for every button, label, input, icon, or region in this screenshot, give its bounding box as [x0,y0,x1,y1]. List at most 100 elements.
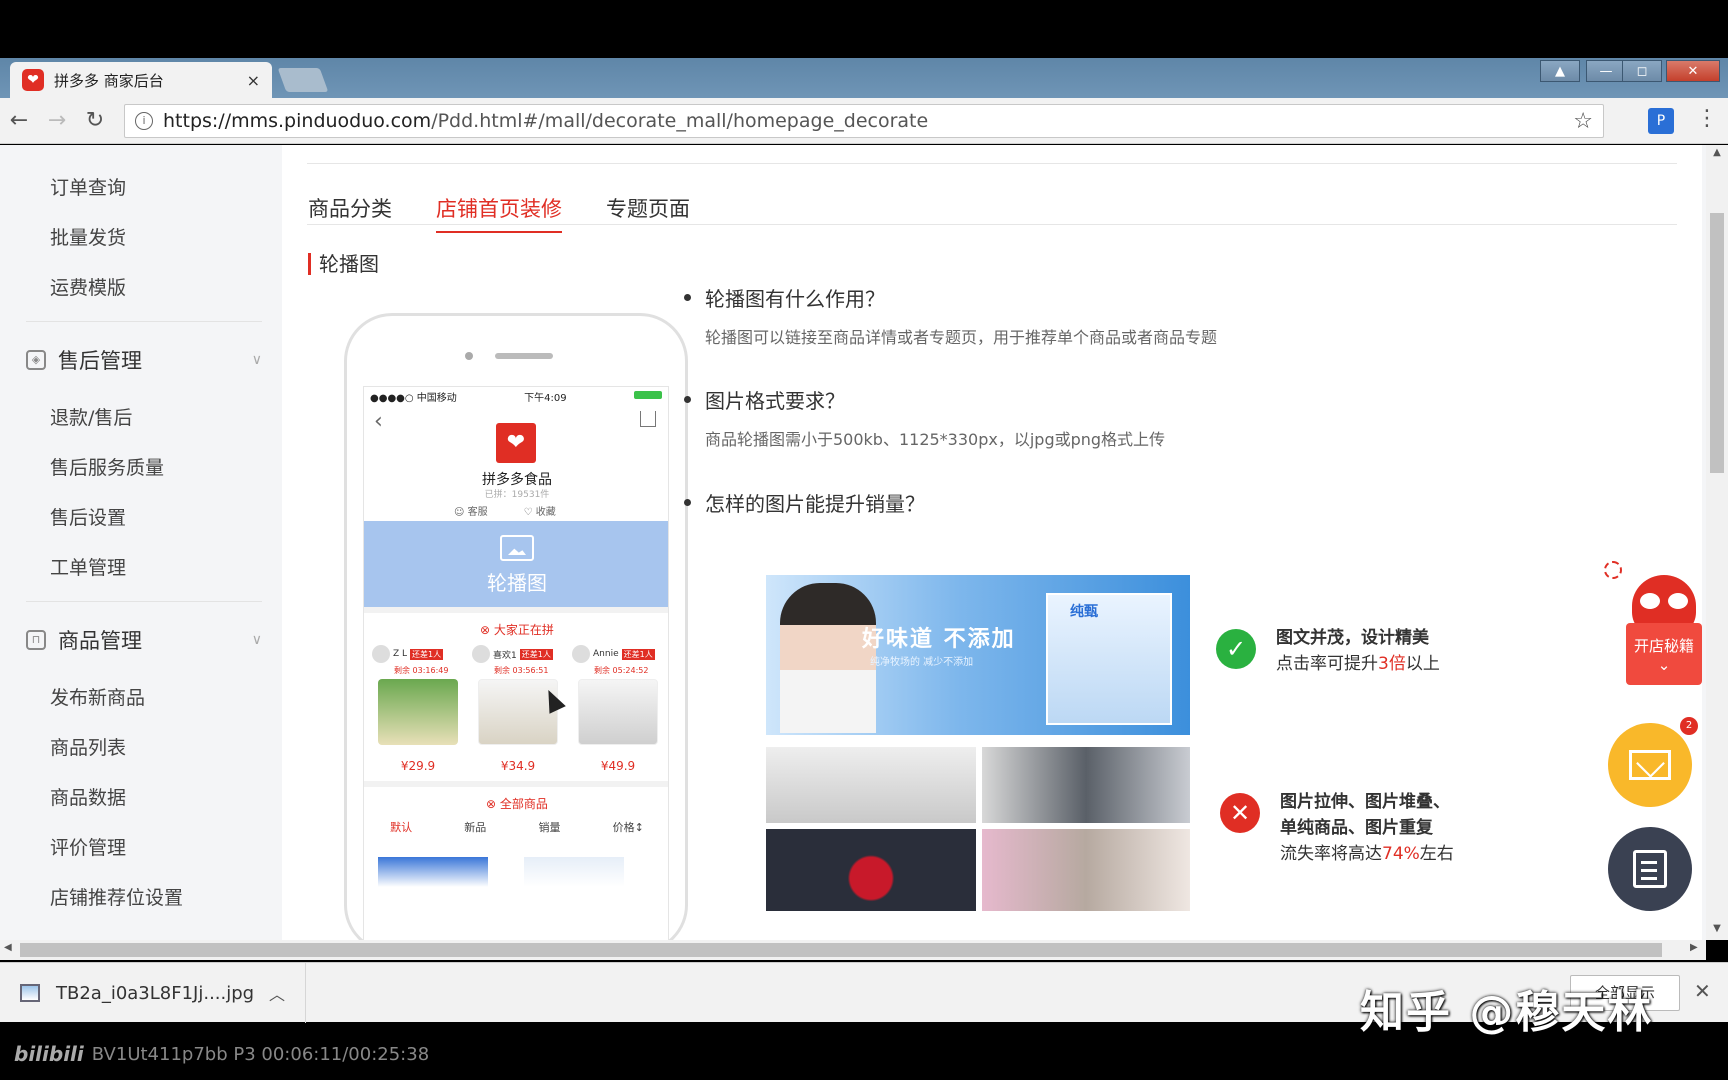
qa-question: 图片格式要求？ [684,385,1165,414]
sidebar-group-label: 售后管理 [58,349,142,373]
groupon-timer: 剩余 03:56:51 [494,666,549,675]
sort-price: 价格↕ [612,821,644,834]
sidebar-item-ticket-management[interactable]: 工单管理 [50,553,126,580]
groupon-user-name: Annie [593,649,619,659]
window-maximize-button[interactable]: ◻ [1622,60,1662,82]
section-title: 轮播图 [308,253,379,275]
message-button[interactable] [1608,723,1692,807]
collage-photo [766,829,976,911]
groupon-header-label: 大家正在拼 [493,623,554,637]
edit-document-icon [1633,850,1667,888]
groupon-user-name: Z L [393,649,408,659]
tab-topic-page[interactable]: 专题页面 [606,193,690,233]
shop-guide-button[interactable]: 开店秘籍 ⌄ [1626,623,1702,685]
download-item[interactable]: TB2a_i0a3L8F1Jj....jpg ︿ [20,963,306,1023]
sidebar-item-order-query[interactable]: 订单查询 [50,173,126,200]
product-box-photo [1046,593,1172,725]
tab-homepage-decorate[interactable]: 店铺首页装修 [436,193,562,233]
avatar [572,645,590,663]
product-price: ¥34.9 [500,759,536,773]
address-bar[interactable]: i https://mms.pinduoduo.com/Pdd.html#/ma… [124,104,1604,138]
url-text[interactable]: https://mms.pinduoduo.com/Pdd.html#/mall… [163,110,1573,132]
bad-verdict-text: 图片拉伸、图片堆叠、 单纯商品、图片重复 流失率将高达74%左右 [1280,789,1454,867]
sidebar-group-goods[interactable]: ⊓ 商品管理 ∨ [26,625,262,655]
browser-tab[interactable]: ❤ 拼多多 商家后台 × [10,62,272,98]
bad-verdict-title-2: 单纯商品、图片重复 [1280,818,1433,838]
product-image [378,679,458,745]
bad-detail-pre: 流失率将高达 [1280,844,1382,864]
window-user-icon[interactable]: ▲ [1540,60,1580,82]
sidebar-item-refund[interactable]: 退款/售后 [50,403,132,430]
browser-menu-icon[interactable]: ⋮ [1696,106,1718,131]
site-info-icon[interactable]: i [135,112,153,130]
decorate-tabs: 商品分类 店铺首页装修 专题页面 [308,193,734,233]
tab-close-icon[interactable]: × [247,71,260,90]
sidebar-item-recommend-slot[interactable]: 店铺推荐位设置 [50,883,183,910]
phone-speaker [495,353,553,359]
sidebar-item-goods-list[interactable]: 商品列表 [50,733,126,760]
all-goods-label: 全部商品 [499,797,548,811]
qa-answer: 轮播图可以链接至商品详情或者专题页，用于推荐单个商品或者商品专题 [705,328,1218,347]
groupon-user: Annie 还差1人 [572,645,655,663]
bad-verdict-title-1: 图片拉伸、图片堆叠、 [1280,792,1450,812]
banner-subtitle: 纯净牧场的 减少不添加 [870,657,974,668]
sidebar-group-aftersale[interactable]: ◈ 售后管理 ∨ [26,345,262,375]
window-minimize-button[interactable]: — [1586,60,1626,82]
check-circle-icon: ✓ [1216,629,1256,669]
sidebar-item-aftersale-settings[interactable]: 售后设置 [50,503,126,530]
window-close-button[interactable]: ✕ [1666,60,1720,82]
new-tab-button[interactable] [277,68,329,92]
good-verdict-title: 图文并茂，设计精美 [1276,628,1429,648]
groupon-user-name: 喜欢1 [493,650,517,661]
sidebar-item-goods-data[interactable]: 商品数据 [50,783,126,810]
favorite-label: 收藏 [535,507,556,518]
shopping-bag-icon: ⊓ [26,630,46,650]
vertical-scroll-thumb[interactable] [1710,213,1724,473]
share-icon [640,411,656,427]
groupon-user: 喜欢1 还差1人 [472,645,553,663]
horizontal-scrollbar[interactable]: ◀ ▶ [0,940,1706,960]
scroll-down-arrow-icon[interactable]: ▼ [1706,923,1728,934]
scroll-right-arrow-icon[interactable]: ▶ [1690,942,1698,953]
bad-verdict: ✕ 图片拉伸、图片堆叠、 单纯商品、图片重复 流失率将高达74%左右 [1220,789,1454,867]
sidebar-item-shipping-template[interactable]: 运费模版 [50,273,126,300]
product-price: ¥29.9 [400,759,436,773]
shield-icon: ◈ [26,350,46,370]
model-photo [780,583,876,733]
sort-default: 默认 [390,821,413,834]
chevron-up-icon[interactable]: ︿ [269,981,285,1005]
bilibili-logo: bilibili [14,1042,84,1066]
horizontal-scroll-thumb[interactable] [20,943,1662,957]
shop-guide-mascot[interactable]: 开店秘籍 ⌄ [1626,563,1702,685]
sidebar-item-publish-goods[interactable]: 发布新商品 [50,683,145,710]
tab-title: 拼多多 商家后台 [54,71,164,90]
shop-guide-label: 开店秘籍 [1633,637,1694,655]
close-download-bar-icon[interactable]: ✕ [1694,979,1711,1003]
service-label: 客服 [467,507,488,518]
scroll-up-arrow-icon[interactable]: ▲ [1706,147,1728,158]
sidebar-item-batch-ship[interactable]: 批量发货 [50,223,126,250]
avatar [372,645,390,663]
image-icon [500,535,534,561]
vertical-scrollbar[interactable]: ▲ ▼ [1706,145,1728,940]
phone-mockup: ●●●●○ 中国移动 下午4:09 ‹ ❤ 拼多多食品 已拼：19531件 ☺ … [344,313,688,940]
good-detail-pre: 点击率可提升 [1276,654,1378,674]
feedback-button[interactable] [1608,827,1692,911]
tab-divider [307,224,1677,225]
extension-icon[interactable]: P [1648,108,1674,134]
scroll-left-arrow-icon[interactable]: ◀ [4,942,12,953]
reload-icon[interactable]: ↻ [76,108,114,133]
shop-actions: ☺ 客服 ♡ 收藏 [454,503,556,518]
envelope-icon [1629,750,1671,780]
tab-goods-category[interactable]: 商品分类 [308,193,392,233]
bad-detail-highlight: 74% [1382,844,1420,864]
carrier-text: ●●●●○ 中国移动 [370,393,457,404]
qa-question: 怎样的图片能提升销量？ [684,488,925,517]
all-goods-header: ⊗ 全部商品 [486,797,548,811]
forward-arrow-icon[interactable]: → [38,108,76,133]
back-arrow-icon[interactable]: ← [0,108,38,133]
bookmark-star-icon[interactable]: ☆ [1573,109,1593,134]
qa-question: 轮播图有什么作用？ [684,283,1217,312]
sidebar-item-service-quality[interactable]: 售后服务质量 [50,453,164,480]
sidebar-item-review-management[interactable]: 评价管理 [50,833,126,860]
